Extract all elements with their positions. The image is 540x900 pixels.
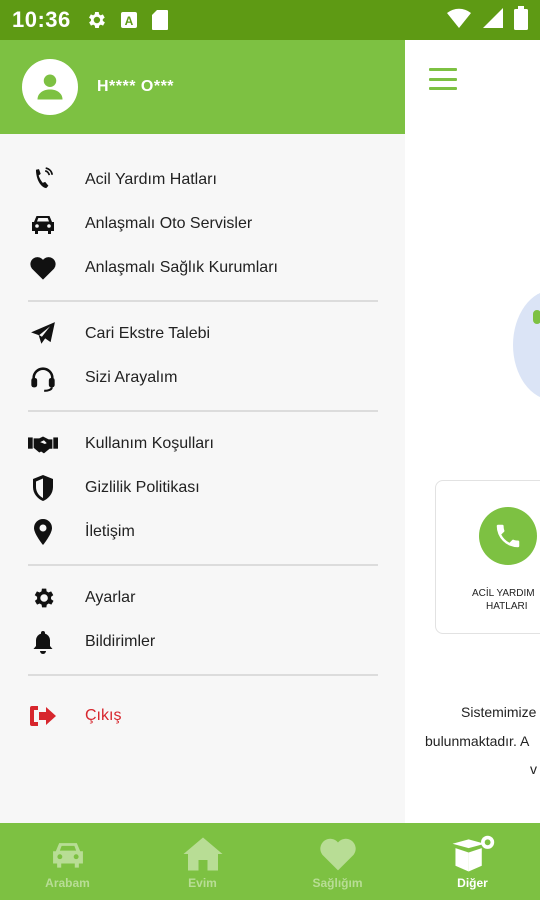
- shield-icon: [28, 473, 58, 503]
- menu-item-health-institutions[interactable]: Anlaşmalı Sağlık Kurumları: [28, 246, 378, 290]
- menu-item-label: Anlaşmalı Sağlık Kurumları: [85, 259, 278, 276]
- menu-item-label: Acil Yardım Hatları: [85, 171, 217, 188]
- main-content: ACİL YARDIM HATLARI Sistemimize bulunmak…: [405, 40, 540, 823]
- menu-item-contact[interactable]: İletişim: [28, 510, 378, 554]
- headset-icon: [28, 363, 58, 393]
- menu-item-terms-of-use[interactable]: Kullanım Koşulları: [28, 422, 378, 466]
- paragraph-line: bulunmaktadır. A: [425, 733, 530, 749]
- menu-item-label: Çıkış: [85, 707, 122, 724]
- status-time: 10:36: [12, 7, 71, 32]
- car-icon: [28, 209, 58, 239]
- paragraph-line: v: [530, 761, 537, 777]
- menu-item-label: Ayarlar: [85, 589, 136, 606]
- house-icon: [182, 834, 224, 874]
- tab-label: Diğer: [457, 875, 488, 890]
- heart-icon: [318, 834, 358, 874]
- tab-diger[interactable]: Diğer: [405, 823, 540, 900]
- menu-group: Çıkış: [28, 676, 378, 748]
- user-icon: [37, 74, 63, 100]
- menu-item-emergency-lines[interactable]: Acil Yardım Hatları: [28, 158, 378, 202]
- menu-group: Ayarlar Bildirimler: [28, 566, 378, 676]
- svg-text:A: A: [124, 14, 133, 28]
- card-label-line2: HATLARI: [486, 601, 528, 612]
- tab-label: Evim: [188, 875, 217, 890]
- menu-item-label: Kullanım Koşulları: [85, 435, 214, 452]
- menu-group: Cari Ekstre Talebi Sizi Arayalım: [28, 302, 378, 412]
- a-badge-icon: A: [119, 10, 139, 30]
- paper-plane-icon: [28, 319, 58, 349]
- gear-icon: [28, 583, 58, 613]
- drawer-header: H**** O***: [0, 40, 405, 134]
- menu-item-statement-request[interactable]: Cari Ekstre Talebi: [28, 312, 378, 356]
- battery-icon: [514, 5, 528, 35]
- bottom-navigation: Arabam Evim Sağlığım Diğer: [0, 823, 540, 900]
- sd-card-icon: [151, 9, 169, 31]
- tab-arabam[interactable]: Arabam: [0, 823, 135, 900]
- car-icon: [49, 834, 87, 874]
- navigation-drawer: H**** O*** Acil Yardım Hatları Anlaşmalı…: [0, 40, 405, 823]
- menu-item-label: Sizi Arayalım: [85, 369, 178, 386]
- tab-evim[interactable]: Evim: [135, 823, 270, 900]
- menu-icon[interactable]: [429, 68, 457, 90]
- menu-item-auto-services[interactable]: Anlaşmalı Oto Servisler: [28, 202, 378, 246]
- paragraph-line: Sistemimize: [461, 704, 537, 720]
- illustration: [513, 290, 540, 400]
- heart-icon: [28, 253, 58, 283]
- menu-item-logout[interactable]: Çıkış: [28, 694, 378, 738]
- gear-icon: [85, 9, 107, 31]
- emergency-lines-card[interactable]: ACİL YARDIM HATLARI: [435, 480, 540, 634]
- wifi-icon: [446, 7, 472, 34]
- bell-icon: [28, 627, 58, 657]
- menu-item-label: Gizlilik Politikası: [85, 479, 200, 496]
- tab-label: Arabam: [45, 875, 90, 890]
- menu-item-label: Anlaşmalı Oto Servisler: [85, 215, 253, 232]
- box-icon: [449, 834, 497, 874]
- handshake-icon: [28, 429, 58, 459]
- signal-icon: [482, 7, 504, 34]
- tab-sagligim[interactable]: Sağlığım: [270, 823, 405, 900]
- location-pin-icon: [28, 517, 58, 547]
- drawer-menu: Acil Yardım Hatları Anlaşmalı Oto Servis…: [0, 134, 405, 748]
- menu-item-call-me[interactable]: Sizi Arayalım: [28, 356, 378, 400]
- avatar[interactable]: [22, 59, 78, 115]
- card-label-line1: ACİL YARDIM: [472, 588, 535, 599]
- illustration-accent: [533, 310, 540, 324]
- menu-item-label: Cari Ekstre Talebi: [85, 325, 211, 342]
- phone-ring-icon: [28, 165, 58, 195]
- menu-item-privacy-policy[interactable]: Gizlilik Politikası: [28, 466, 378, 510]
- status-bar: 10:36 A: [0, 0, 540, 40]
- phone-icon: [479, 507, 537, 565]
- tab-label: Sağlığım: [312, 875, 363, 890]
- menu-item-notifications[interactable]: Bildirimler: [28, 620, 378, 664]
- menu-item-label: İletişim: [85, 523, 135, 540]
- user-name: H**** O***: [97, 78, 175, 95]
- logout-icon: [28, 701, 58, 731]
- menu-group: Acil Yardım Hatları Anlaşmalı Oto Servis…: [28, 158, 378, 302]
- menu-group: Kullanım Koşulları Gizlilik Politikası İ…: [28, 412, 378, 566]
- menu-item-settings[interactable]: Ayarlar: [28, 576, 378, 620]
- menu-item-label: Bildirimler: [85, 633, 156, 650]
